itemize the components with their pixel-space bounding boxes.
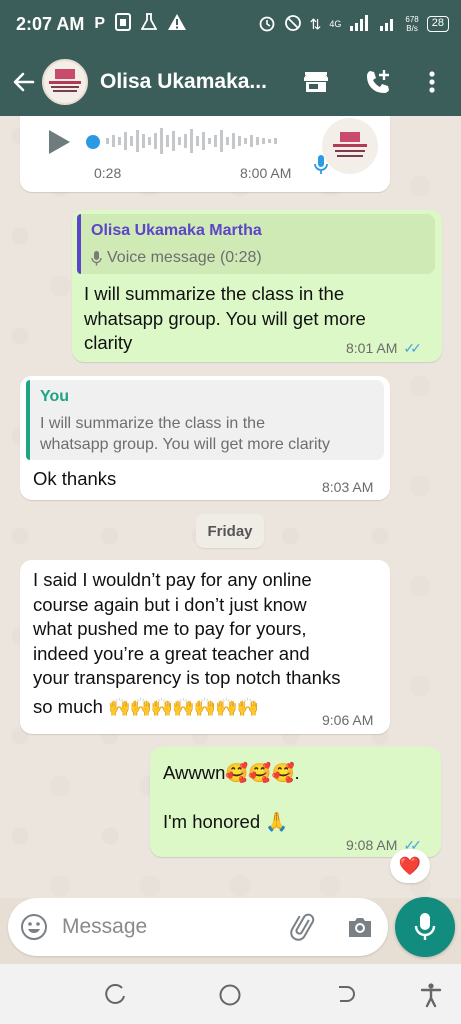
date-divider: Friday bbox=[196, 514, 264, 548]
quoted-sender: You bbox=[40, 388, 70, 405]
message-text: I said I wouldn’t pay for any online cou… bbox=[33, 569, 341, 717]
incoming-message-bubble[interactable]: I said I wouldn’t pay for any online cou… bbox=[20, 560, 390, 734]
camera-icon[interactable] bbox=[344, 911, 376, 943]
message-text: Awwwn🥰🥰🥰. I'm honored 🙏 bbox=[163, 762, 300, 832]
incoming-message-bubble[interactable]: You I will summarize the class in the wh… bbox=[20, 376, 390, 500]
net-speed: 678 B/s bbox=[405, 15, 419, 33]
raising-hands-emojis: 🙌🙌🙌🙌🙌🙌🙌 bbox=[108, 696, 259, 717]
quoted-text: Voice message (0:28) bbox=[107, 249, 262, 266]
signal-icon bbox=[349, 14, 371, 34]
sim-icon bbox=[115, 12, 132, 36]
home-icon[interactable] bbox=[217, 982, 243, 1008]
quoted-message[interactable]: You I will summarize the class in the wh… bbox=[26, 380, 384, 460]
signal-icon-2 bbox=[379, 15, 397, 34]
voice-progress-dot[interactable] bbox=[86, 135, 100, 149]
parking-p-icon: P bbox=[94, 15, 106, 32]
message-time: 8:01 AM ✓✓ bbox=[346, 340, 422, 356]
mic-icon bbox=[91, 250, 102, 265]
outgoing-message-bubble[interactable]: Olisa Ukamaka Martha Voice message (0:28… bbox=[72, 210, 442, 362]
battery-indicator: 28 bbox=[426, 16, 449, 32]
message-time: 9:06 AM bbox=[322, 712, 374, 728]
message-time: 8:03 AM bbox=[322, 479, 374, 495]
message-composer[interactable]: Message bbox=[8, 898, 388, 956]
outgoing-message-bubble[interactable]: Awwwn🥰🥰🥰. I'm honored 🙏 9:08 AM ✓✓ bbox=[150, 747, 441, 857]
play-icon[interactable] bbox=[46, 128, 72, 161]
network-type: 4G bbox=[329, 19, 342, 29]
recents-icon[interactable] bbox=[102, 982, 128, 1008]
voice-duration: 0:28 bbox=[94, 165, 122, 181]
smiling-hearts-emojis: 🥰🥰🥰 bbox=[225, 762, 295, 783]
quoted-text: I will summarize the class in the whatsa… bbox=[40, 415, 330, 453]
alarm-icon bbox=[258, 14, 276, 35]
flask-icon bbox=[140, 12, 158, 36]
message-time: 8:00 AM bbox=[240, 165, 292, 181]
dnd-icon bbox=[284, 14, 302, 35]
chat-header: Olisa Ukamaka... bbox=[0, 48, 461, 116]
voice-record-button[interactable] bbox=[395, 897, 455, 957]
folded-hands-emoji: 🙏 bbox=[265, 810, 289, 832]
system-nav-bar bbox=[0, 964, 461, 1024]
store-icon[interactable] bbox=[300, 66, 332, 98]
accessibility-icon[interactable] bbox=[418, 982, 444, 1008]
message-text: Ok thanks bbox=[33, 468, 117, 489]
status-bar: 2:07 AM P ⇅ 4G 678 B/s 28 bbox=[0, 0, 461, 48]
message-text: I will summarize the class in the whatsa… bbox=[84, 283, 366, 353]
voice-sender-avatar bbox=[322, 118, 378, 174]
quoted-sender: Olisa Ukamaka Martha bbox=[91, 222, 262, 239]
chat-area: 0:28 8:00 AM Olisa Ukamaka Martha Voice … bbox=[0, 116, 461, 898]
more-vert-icon[interactable] bbox=[416, 66, 448, 98]
back-nav-icon[interactable] bbox=[333, 982, 359, 1008]
emoji-icon[interactable] bbox=[18, 911, 50, 943]
data-arrows-icon: ⇅ bbox=[309, 15, 322, 32]
back-arrow-icon[interactable] bbox=[6, 64, 42, 100]
status-right-icons: ⇅ 4G 678 B/s 28 bbox=[258, 14, 449, 35]
heart-reaction-icon[interactable]: ❤️ bbox=[390, 849, 430, 883]
status-left-icons: P bbox=[94, 12, 187, 36]
read-ticks-icon: ✓✓ bbox=[403, 340, 422, 356]
warning-icon bbox=[167, 13, 187, 36]
mic-small-icon bbox=[313, 154, 329, 181]
waveform[interactable] bbox=[106, 126, 296, 161]
avatar[interactable] bbox=[42, 59, 88, 105]
voice-message-bubble[interactable]: 0:28 8:00 AM bbox=[20, 116, 390, 192]
contact-name[interactable]: Olisa Ukamaka... bbox=[100, 70, 280, 94]
message-input[interactable]: Message bbox=[62, 915, 147, 939]
mic-icon bbox=[414, 913, 436, 940]
add-call-icon[interactable] bbox=[362, 66, 394, 98]
attach-icon[interactable] bbox=[288, 911, 320, 943]
status-time: 2:07 AM bbox=[16, 13, 85, 34]
quoted-message[interactable]: Olisa Ukamaka Martha Voice message (0:28… bbox=[77, 214, 435, 274]
